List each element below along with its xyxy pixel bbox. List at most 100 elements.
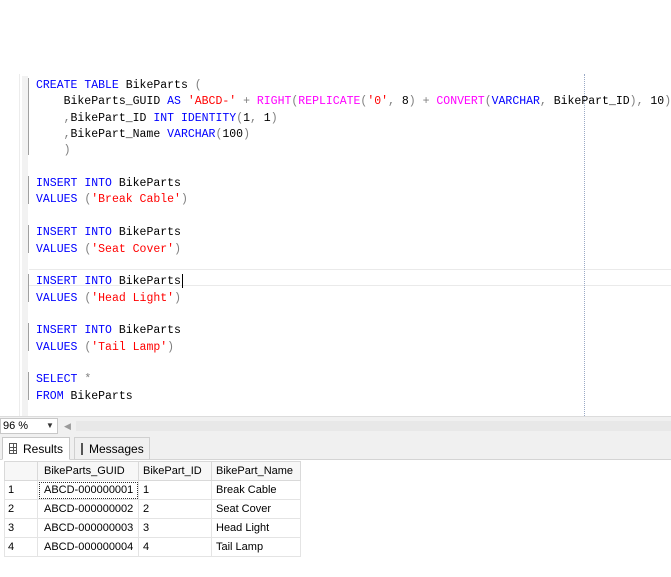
table-cell[interactable]: 1 <box>138 480 212 500</box>
column-header[interactable]: BikePart_Name <box>211 461 301 481</box>
code-token: 'Tail Lamp' <box>91 340 168 354</box>
row-number[interactable]: 2 <box>4 499 38 519</box>
code-token: INTO <box>84 226 112 240</box>
column-guide-line <box>584 74 585 416</box>
grid-icon <box>9 443 17 454</box>
code-token: 10 <box>643 95 665 109</box>
row-number[interactable]: 1 <box>4 480 38 500</box>
code-token: AS <box>167 95 181 109</box>
code-token: BikeParts <box>111 226 181 240</box>
table-cell[interactable]: ABCD-000000002 <box>37 499 139 519</box>
code-token: INTO <box>84 324 112 338</box>
code-token: ) <box>180 193 188 207</box>
code-token: CREATE <box>36 79 78 92</box>
zoom-dropdown[interactable]: 96 % ▼ <box>0 418 58 434</box>
tab-results[interactable]: Results <box>2 437 70 460</box>
table-cell[interactable]: 4 <box>138 537 212 557</box>
fold-line <box>28 78 29 155</box>
row-number[interactable]: 3 <box>4 518 38 538</box>
table-row[interactable]: 4 ABCD-000000004 4 Tail Lamp <box>4 537 301 557</box>
code-token: 100 <box>222 128 244 142</box>
table-row[interactable]: 1 ABCD-000000001 1 Break Cable <box>4 480 301 500</box>
scroll-left-arrow-icon[interactable]: ◀ <box>64 418 71 434</box>
row-number[interactable]: 4 <box>4 537 38 557</box>
text-caret <box>181 274 183 289</box>
grid-corner-cell[interactable] <box>4 461 38 481</box>
code-token: VALUES <box>36 340 78 354</box>
code-line[interactable]: ,BikePart_Name VARCHAR(100) <box>36 126 250 143</box>
results-grid[interactable]: BikeParts_GUID BikePart_ID BikePart_Name… <box>4 461 301 557</box>
code-token: 'Head Light' <box>91 291 175 305</box>
code-line[interactable]: VALUES ('Seat Cover') <box>36 241 181 258</box>
code-token: INTO <box>84 275 112 289</box>
tab-messages[interactable]: Messages <box>74 437 150 460</box>
table-cell[interactable]: Break Cable <box>211 480 301 500</box>
code-token: ) <box>664 95 671 109</box>
code-line[interactable]: ,BikePart_ID INT IDENTITY(1, 1) <box>36 110 278 127</box>
code-token: INSERT <box>36 177 78 191</box>
horizontal-scrollbar[interactable] <box>76 421 671 431</box>
code-token: RIGHT <box>256 95 292 109</box>
code-line[interactable]: SELECT * <box>36 371 91 388</box>
code-line[interactable]: INSERT INTO BikeParts <box>36 322 181 339</box>
code-token: ) <box>174 242 181 256</box>
code-token: INSERT <box>36 324 78 338</box>
code-token: , <box>63 111 71 125</box>
code-token: 1 <box>256 111 271 125</box>
code-token: SELECT <box>36 373 78 387</box>
code-token: INT <box>153 111 175 125</box>
code-token: 'ABCD-' <box>187 95 237 109</box>
code-token: BikePart_Name <box>70 128 168 142</box>
code-token: VALUES <box>36 291 78 305</box>
tab-results-label: Results <box>22 441 63 456</box>
code-line[interactable]: VALUES ('Head Light') <box>36 290 181 307</box>
code-line[interactable]: VALUES ('Tail Lamp') <box>36 339 174 356</box>
fold-line <box>28 176 29 204</box>
code-token: ) <box>63 144 71 158</box>
code-token: ) <box>243 128 250 142</box>
query-editor[interactable]: CREATE TABLE BikeParts ( BikeParts_GUID … <box>0 74 671 416</box>
column-header[interactable]: BikeParts_GUID <box>37 461 139 481</box>
code-line[interactable]: CREATE TABLE BikeParts ( <box>36 77 202 94</box>
tab-messages-label: Messages <box>89 441 144 456</box>
code-line[interactable]: INSERT INTO BikeParts <box>36 224 181 241</box>
table-cell[interactable]: Tail Lamp <box>211 537 301 557</box>
table-cell[interactable]: Seat Cover <box>211 499 301 519</box>
code-token: ) <box>174 291 181 305</box>
editor-gutter <box>0 74 20 416</box>
code-line[interactable]: VALUES ('Break Cable') <box>36 191 188 208</box>
code-token: BikePart_ID <box>70 111 154 125</box>
table-cell[interactable]: Head Light <box>211 518 301 538</box>
code-token: 8 <box>394 95 409 109</box>
code-token: BikeParts <box>111 275 181 289</box>
code-token: , <box>63 128 71 142</box>
code-token: FROM <box>36 389 64 403</box>
table-cell[interactable]: ABCD-000000004 <box>37 537 139 557</box>
table-row[interactable]: 2 ABCD-000000002 2 Seat Cover <box>4 499 301 519</box>
table-cell[interactable]: 3 <box>138 518 212 538</box>
code-line[interactable]: INSERT INTO BikeParts <box>36 273 183 290</box>
code-token: BikeParts <box>111 177 181 191</box>
table-cell[interactable]: 2 <box>138 499 212 519</box>
code-token: ) <box>270 111 278 125</box>
table-row[interactable]: 3 ABCD-000000003 3 Head Light <box>4 518 301 538</box>
table-cell[interactable]: ABCD-000000003 <box>37 518 139 538</box>
code-token: 1 <box>243 111 250 125</box>
code-line[interactable]: BikeParts_GUID AS 'ABCD-' + RIGHT (REPLIC… <box>36 93 671 110</box>
code-line[interactable]: INSERT INTO BikeParts <box>36 175 181 192</box>
table-cell[interactable]: ABCD-000000001 <box>37 480 139 500</box>
code-line[interactable]: FROM BikeParts <box>36 388 133 405</box>
code-token: '0' <box>367 95 389 109</box>
zoom-level: 96 % <box>3 420 29 432</box>
code-token: + <box>243 95 250 109</box>
code-token: INSERT <box>36 275 78 289</box>
fold-line <box>28 225 29 253</box>
code-token: 'Seat Cover' <box>91 242 175 256</box>
column-header[interactable]: BikePart_ID <box>138 461 212 481</box>
code-line[interactable]: ) <box>36 142 71 159</box>
chevron-down-icon[interactable]: ▼ <box>46 419 54 433</box>
